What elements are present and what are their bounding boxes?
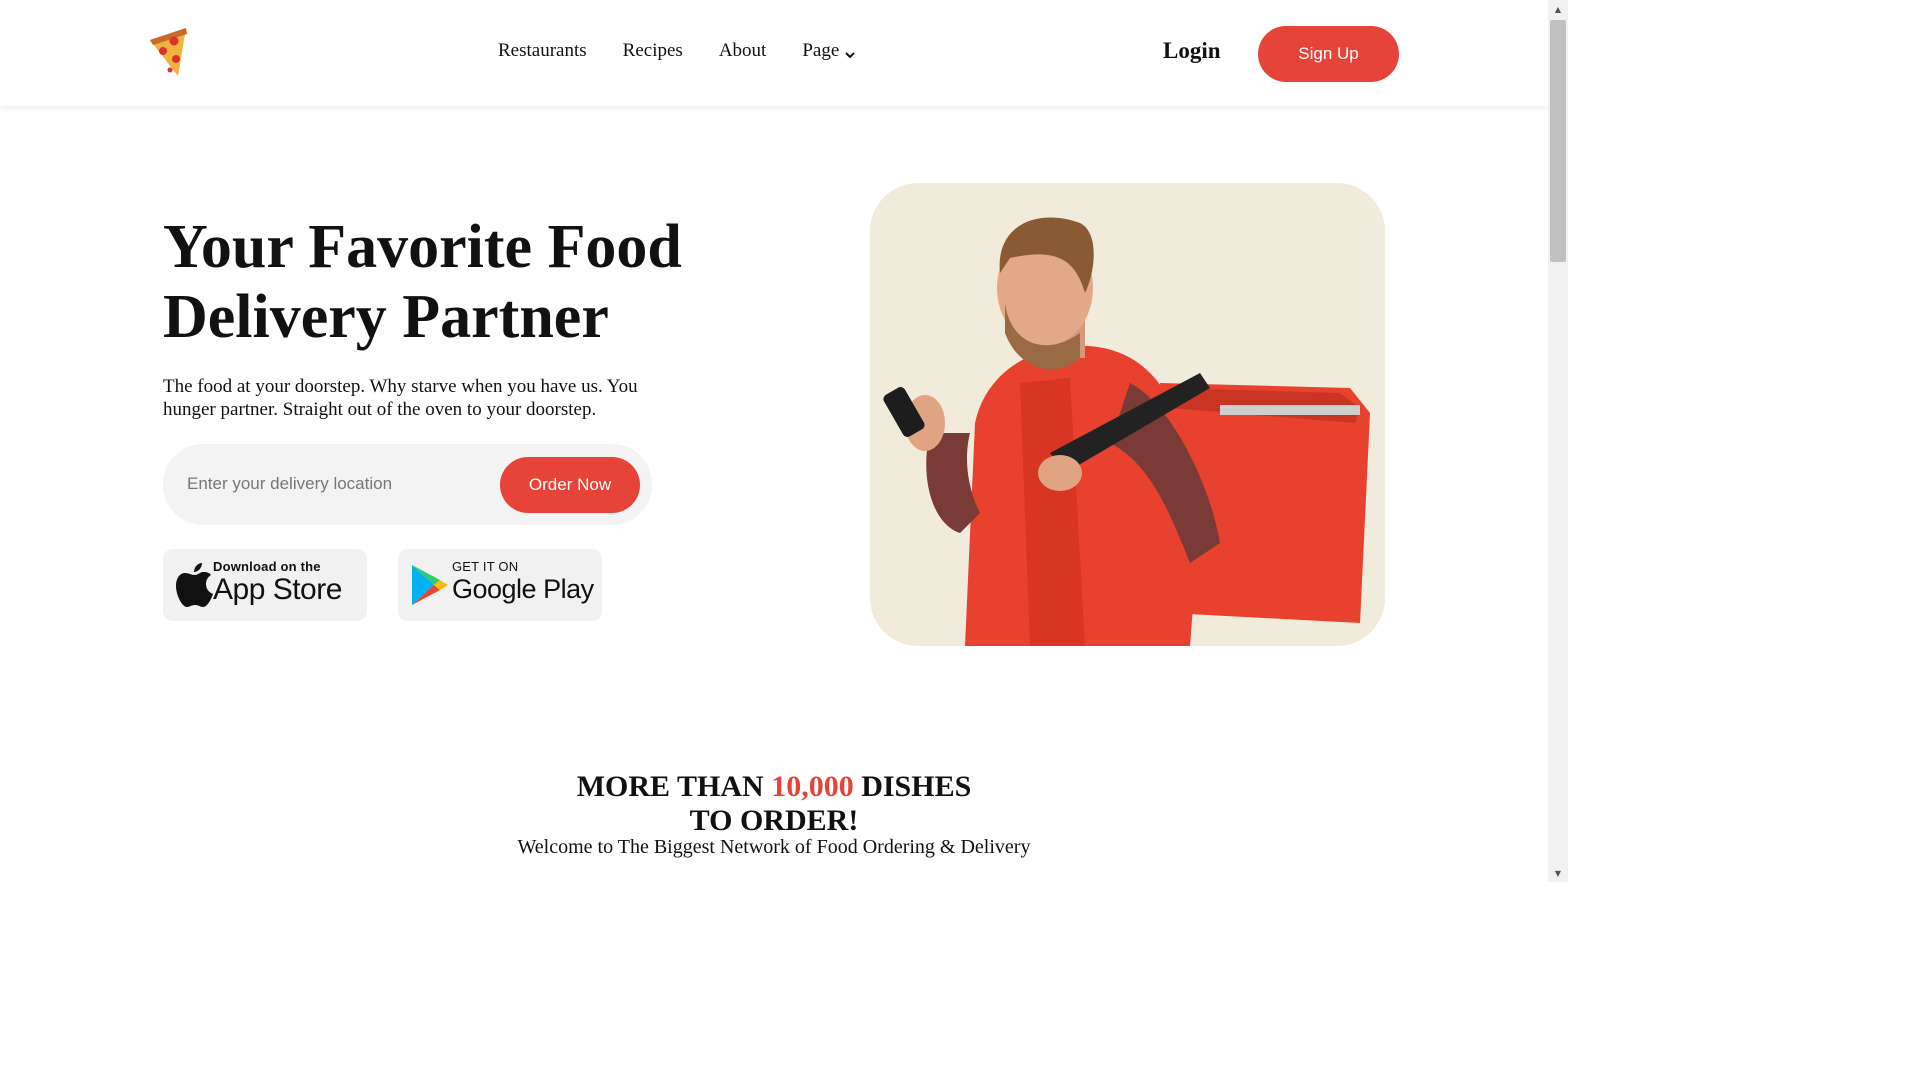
nav-recipes[interactable]: Recipes [623,40,683,62]
google-play-badge[interactable]: GET IT ON Google Play [398,549,602,621]
signup-button[interactable]: Sign Up [1258,26,1399,82]
scroll-up-arrow-icon[interactable]: ▲ [1548,0,1568,18]
nav-page-label: Page [802,40,840,61]
nav-restaurants[interactable]: Restaurants [498,40,587,62]
dishes-heading-line2: TO ORDER! [689,804,859,837]
app-store-big-text: App Store [213,573,342,606]
chevron-down-icon [844,45,856,59]
delivery-search-box: Order Now [163,444,652,525]
dishes-heading-pre: MORE THAN [576,770,772,803]
hero-subtitle: The food at your doorstep. Why starve wh… [163,376,638,420]
app-store-badge[interactable]: Download on the App Store [163,549,367,621]
nav-about[interactable]: About [719,40,767,62]
nav-page-dropdown[interactable]: Page [802,40,856,62]
site-header: Restaurants Recipes About Page Login Sig… [0,0,1548,106]
login-link[interactable]: Login [1163,38,1221,64]
dishes-heading-post: DISHES [853,770,972,803]
pizza-logo-icon[interactable] [146,24,194,80]
dishes-count-accent: 10,000 [771,770,854,803]
hero-title: Your Favorite Food Delivery Partner [163,212,783,352]
google-play-logo-icon [410,561,450,609]
hero-title-line1: Your Favorite Food [163,213,682,281]
delivery-man-image [870,183,1385,646]
apple-logo-icon [175,561,215,609]
page-scrollbar[interactable]: ▲ ▼ [1548,0,1568,882]
app-store-small-text: Download on the [213,559,321,574]
main-nav: Restaurants Recipes About Page [498,40,856,62]
google-play-small-text: GET IT ON [452,559,519,574]
google-play-big-text: Google Play [452,574,594,604]
scroll-down-arrow-icon[interactable]: ▼ [1548,864,1568,882]
delivery-location-input[interactable] [187,466,487,502]
hero-title-line2: Delivery Partner [163,283,609,351]
scrollbar-thumb[interactable] [1550,20,1566,262]
dishes-subtitle: Welcome to The Biggest Network of Food O… [517,836,1031,858]
dishes-heading-line1: MORE THAN 10,000 DISHES [0,770,1548,804]
order-now-button[interactable]: Order Now [500,457,640,513]
